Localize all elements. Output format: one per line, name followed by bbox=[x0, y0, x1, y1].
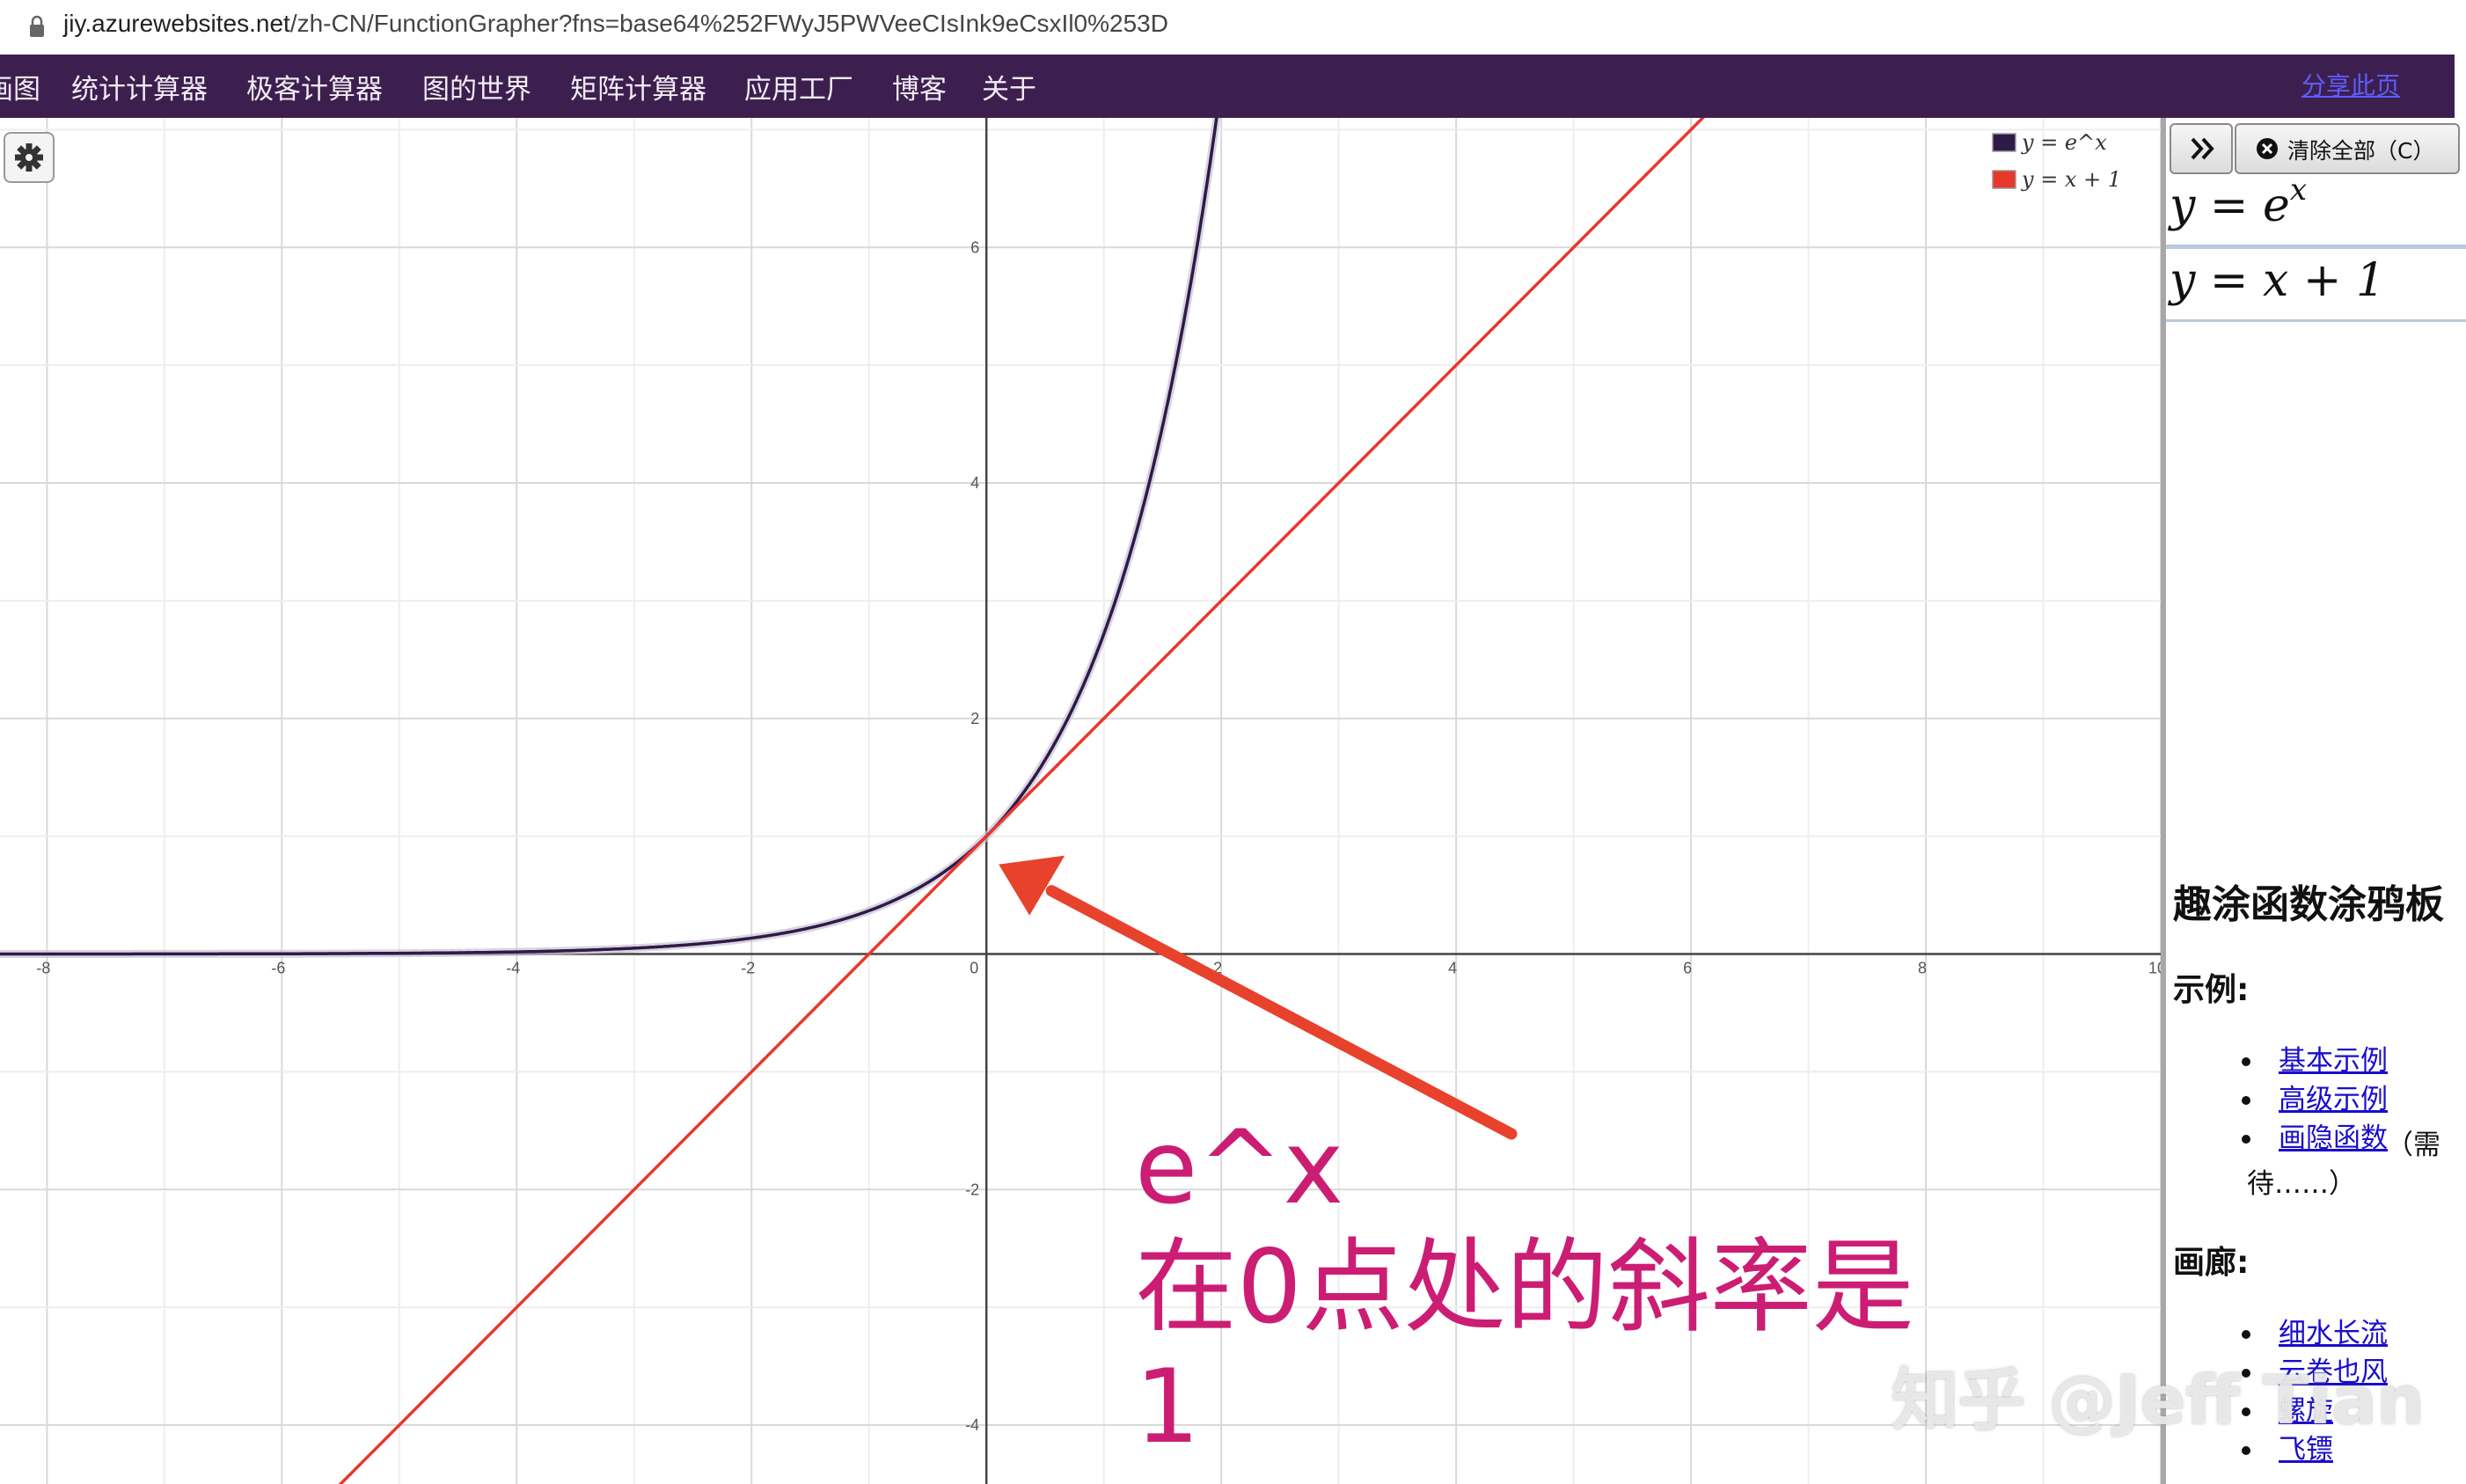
equation-panel: 清除全部（C） y = ex y = x + 1 趣涂函数涂鸦板 示例: 基本示… bbox=[2166, 118, 2466, 1484]
close-circle-icon bbox=[2257, 138, 2278, 159]
x-tick-label: 6 bbox=[1683, 960, 1692, 977]
slope-annotation: e^x 在0点处的斜率是 1 bbox=[1135, 1108, 1914, 1467]
nav-item-app-factory[interactable]: 应用工厂 bbox=[744, 67, 853, 106]
lock-icon bbox=[30, 15, 44, 37]
y-tick-label: -2 bbox=[965, 1181, 979, 1198]
bullet-icon bbox=[2242, 1135, 2250, 1144]
nav-item-draw[interactable]: 画图 bbox=[0, 67, 40, 106]
equation-1-base: e bbox=[2263, 179, 2290, 232]
exp-curve-halo bbox=[0, 118, 1221, 958]
examples-heading: 示例: bbox=[2173, 972, 2250, 1008]
expand-panel-button[interactable] bbox=[2170, 123, 2233, 174]
legend-swatch bbox=[1992, 133, 2016, 152]
url-text[interactable]: jiy.azurewebsites.net/zh-CN/FunctionGrap… bbox=[63, 10, 1168, 38]
panel-title: 趣涂函数涂鸦板 bbox=[2173, 882, 2444, 927]
exp-curve bbox=[0, 118, 1218, 956]
y-tick-label: -4 bbox=[965, 1416, 979, 1434]
url-path: /zh-CN/FunctionGrapher?fns=base64%252FWy… bbox=[289, 10, 1168, 37]
arrow-shaft bbox=[1045, 885, 1518, 1140]
url-domain: jiy.azurewebsites.net bbox=[63, 10, 290, 37]
bullet-icon bbox=[2242, 1330, 2250, 1339]
example-link-basic[interactable]: 基本示例 bbox=[2279, 1038, 2388, 1078]
arrow-head bbox=[999, 855, 1065, 916]
equation-1-text: y = ex bbox=[2170, 172, 2307, 232]
x-tick-label: -2 bbox=[741, 960, 755, 977]
clear-all-label: 清除全部（C） bbox=[2287, 138, 2435, 164]
equation-2-text: y = x + 1 bbox=[2170, 254, 2386, 307]
nav-item-geek-calculator[interactable]: 极客计算器 bbox=[246, 67, 383, 106]
example-link-advanced[interactable]: 高级示例 bbox=[2279, 1077, 2388, 1116]
example-link-implicit[interactable]: 画隐函数 bbox=[2279, 1115, 2388, 1155]
bullet-icon bbox=[2242, 1096, 2250, 1105]
bullet-icon bbox=[2242, 1057, 2250, 1066]
gallery-link-1[interactable]: 细水长流 bbox=[2279, 1311, 2388, 1350]
share-link[interactable]: 分享此页 bbox=[2301, 67, 2400, 102]
graph-legend: y = e^x y = x + 1 bbox=[1992, 130, 2121, 192]
legend-swatch bbox=[1992, 170, 2016, 189]
x-tick-label: -4 bbox=[506, 960, 520, 977]
x-tick-label: 10 bbox=[2148, 960, 2161, 977]
x-tick-label: 8 bbox=[1918, 960, 1927, 977]
legend-label: y = e^x bbox=[2021, 130, 2107, 155]
equation-1-exponent: x bbox=[2289, 172, 2307, 208]
clear-all-button[interactable]: 清除全部（C） bbox=[2235, 123, 2460, 174]
equation-input-1[interactable]: y = ex bbox=[2166, 172, 2466, 247]
equation-1-lhs: y bbox=[2170, 179, 2196, 232]
example-note: （需 bbox=[2386, 1129, 2440, 1161]
x-tick-label: 0 bbox=[970, 960, 978, 977]
double-chevron-right-icon bbox=[2191, 137, 2214, 160]
nav-item-blog[interactable]: 博客 bbox=[892, 67, 947, 106]
legend-label: y = x + 1 bbox=[2021, 167, 2121, 192]
gear-icon bbox=[15, 143, 43, 172]
equation-2-rhs: x + 1 bbox=[2263, 254, 2386, 307]
graph-settings-button[interactable] bbox=[4, 132, 55, 183]
y-tick-label: 2 bbox=[970, 710, 979, 727]
nav-item-graph-world[interactable]: 图的世界 bbox=[422, 67, 531, 106]
zhihu-watermark: 知乎 @Jeff Tian bbox=[1892, 1361, 2425, 1439]
x-tick-label: -8 bbox=[36, 960, 50, 977]
browser-url-bar[interactable]: jiy.azurewebsites.net/zh-CN/FunctionGrap… bbox=[0, 0, 2466, 55]
annotation-line-3: 1 bbox=[1135, 1348, 1200, 1466]
x-tick-label: -6 bbox=[271, 960, 285, 977]
equation-2-lhs: y bbox=[2170, 254, 2196, 307]
y-tick-label: 4 bbox=[970, 474, 979, 492]
example-note-continued: 待……） bbox=[2247, 1168, 2356, 1200]
bullet-icon bbox=[2242, 1446, 2250, 1455]
top-nav: 画图 统计计算器 极客计算器 图的世界 矩阵计算器 应用工厂 博客 关于 分享此… bbox=[0, 55, 2455, 118]
annotation-line-1: e^x bbox=[1135, 1108, 1344, 1227]
nav-item-stats-calculator[interactable]: 统计计算器 bbox=[71, 67, 208, 106]
nav-item-matrix-calculator[interactable]: 矩阵计算器 bbox=[570, 67, 706, 106]
annotation-line-2: 在0点处的斜率是 bbox=[1135, 1228, 1914, 1347]
annotation-arrow bbox=[999, 855, 1518, 1140]
y-tick-label: 6 bbox=[970, 238, 979, 256]
nav-item-about[interactable]: 关于 bbox=[982, 67, 1036, 106]
equation-input-2[interactable]: y = x + 1 bbox=[2166, 247, 2466, 322]
x-tick-label: 4 bbox=[1448, 960, 1457, 977]
gallery-heading: 画廊: bbox=[2173, 1245, 2250, 1281]
